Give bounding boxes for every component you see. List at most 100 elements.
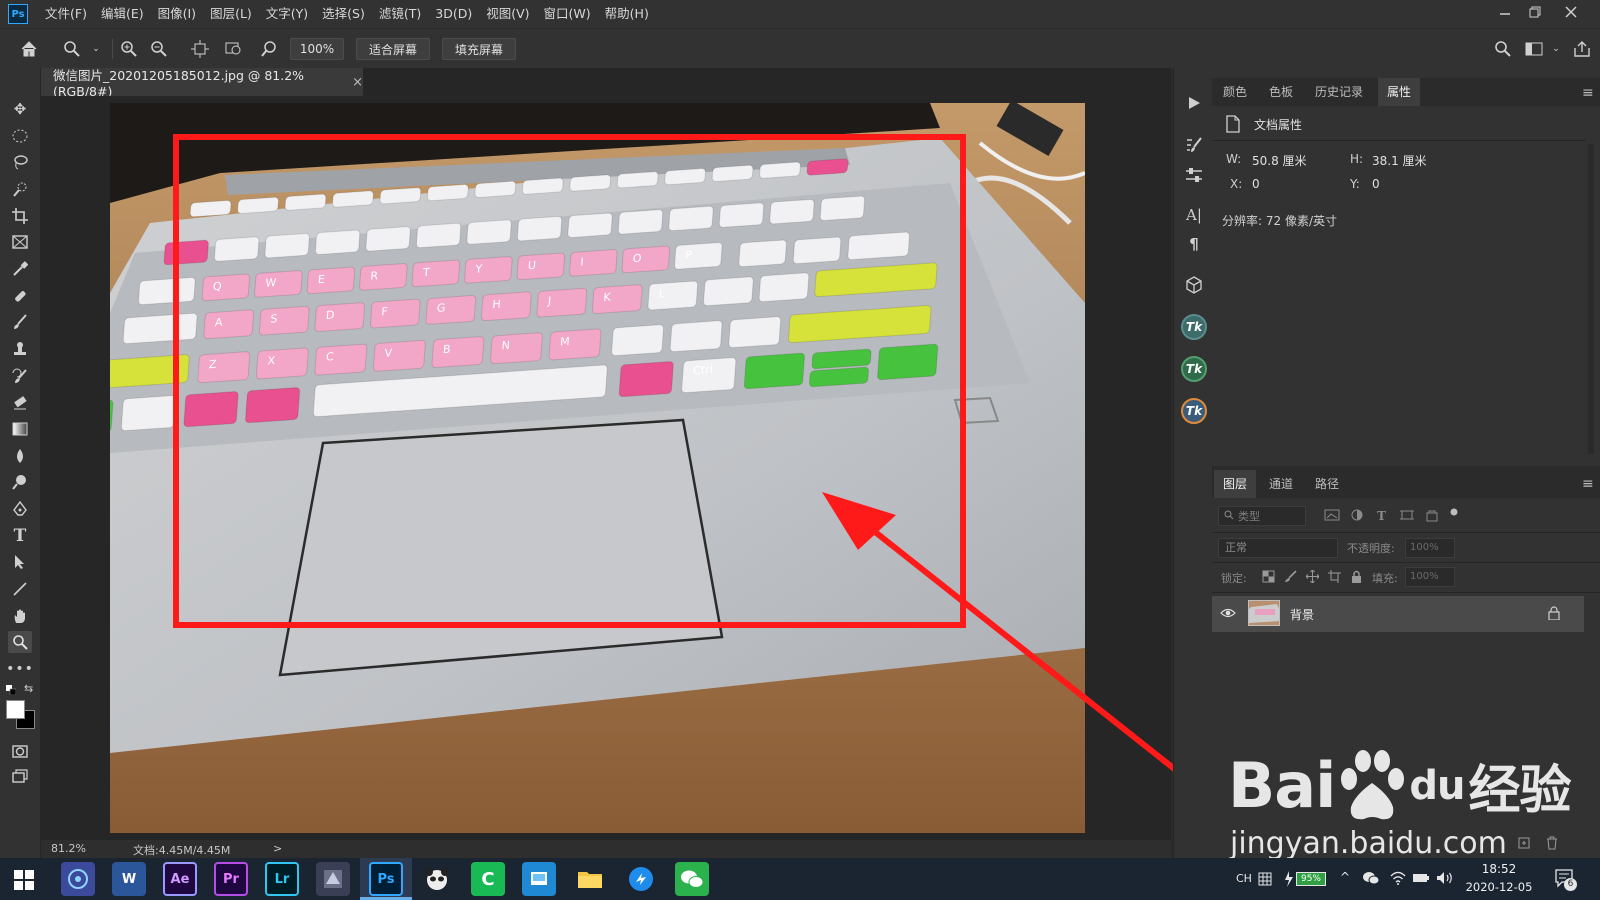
lightroom-icon[interactable]: Lr: [265, 862, 299, 896]
chevron-down-icon[interactable]: ⌄: [84, 37, 108, 61]
gradient-tool-icon[interactable]: [8, 418, 32, 440]
trash-icon[interactable]: [1545, 836, 1559, 850]
fit-screen-button[interactable]: 适合屏幕: [356, 38, 430, 60]
lock-position-icon[interactable]: [1306, 570, 1319, 583]
clock-date[interactable]: 2020-12-05: [1464, 880, 1534, 894]
brush-settings-icon[interactable]: [1183, 134, 1205, 156]
zoom-tool-icon[interactable]: [60, 37, 84, 61]
lasso-tool-icon[interactable]: [8, 151, 32, 173]
layer-filter-select[interactable]: 类型: [1218, 506, 1306, 526]
layer-name[interactable]: 背景: [1290, 606, 1314, 623]
lock-brush-icon[interactable]: [1284, 570, 1297, 583]
document-tab[interactable]: 微信图片_20201205185012.jpg @ 81.2%(RGB/8#) …: [41, 68, 363, 99]
zoom-out-icon[interactable]: [147, 37, 171, 61]
menu-edit[interactable]: 编辑(E): [94, 0, 151, 28]
3d-cube-icon[interactable]: [1183, 274, 1205, 296]
tab-layers[interactable]: 图层: [1214, 470, 1257, 498]
panel-scrollbar[interactable]: [1588, 144, 1594, 454]
dodge-tool-icon[interactable]: [8, 471, 32, 493]
eyedropper-tool-icon[interactable]: [8, 258, 32, 280]
notification-center-icon[interactable]: 6: [1554, 868, 1577, 891]
restore-button[interactable]: [1520, 0, 1550, 24]
word-icon[interactable]: W: [112, 862, 146, 896]
keyboard-layout-icon[interactable]: [1258, 872, 1272, 889]
type-tool-icon[interactable]: T: [8, 525, 32, 547]
menu-view[interactable]: 视图(V): [479, 0, 536, 28]
scrubby-zoom-icon[interactable]: [258, 37, 282, 61]
battery-indicator[interactable]: 95%: [1284, 870, 1332, 888]
panda-app-icon[interactable]: [420, 862, 454, 896]
menu-type[interactable]: 文字(Y): [259, 0, 315, 28]
zoom-tool-icon[interactable]: [8, 631, 32, 653]
default-colors-icon[interactable]: [6, 684, 17, 696]
premiere-icon[interactable]: Pr: [214, 862, 248, 896]
workspace-icon[interactable]: [1522, 37, 1546, 61]
chevron-up-icon[interactable]: ^: [1340, 870, 1350, 884]
volume-icon[interactable]: [1436, 871, 1454, 888]
taskbar-app-icon[interactable]: [61, 862, 95, 896]
height-value[interactable]: 38.1 厘米: [1372, 152, 1427, 169]
zoom-all-windows-icon[interactable]: [222, 37, 246, 61]
camtasia-icon[interactable]: C: [471, 862, 505, 896]
home-icon[interactable]: [17, 37, 41, 61]
zoom-percent-field[interactable]: 100%: [290, 38, 344, 60]
zoom-in-icon[interactable]: [117, 37, 141, 61]
chevron-down-icon[interactable]: ⌄: [1544, 37, 1568, 61]
close-tab-icon[interactable]: ×: [352, 75, 363, 90]
type-filter-icon[interactable]: T: [1374, 508, 1390, 522]
adjustments-icon[interactable]: [1183, 164, 1205, 186]
blur-tool-icon[interactable]: [8, 445, 32, 467]
lock-artboard-icon[interactable]: [1328, 570, 1341, 583]
panel-menu-icon[interactable]: ≡: [1582, 85, 1594, 101]
tk-plugin-icon[interactable]: Tk: [1181, 356, 1207, 382]
line-tool-icon[interactable]: [8, 578, 32, 600]
tab-properties[interactable]: 属性: [1378, 78, 1421, 106]
wechat-icon[interactable]: [675, 862, 709, 896]
panel-menu-icon[interactable]: ≡: [1582, 476, 1594, 492]
photoshop-taskbar-icon[interactable]: Ps: [369, 862, 403, 896]
quick-mask-icon[interactable]: [8, 740, 32, 762]
width-value[interactable]: 50.8 厘米: [1252, 152, 1307, 169]
menu-select[interactable]: 选择(S): [315, 0, 372, 28]
crop-tool-icon[interactable]: [8, 205, 32, 227]
path-select-tool-icon[interactable]: [8, 551, 32, 573]
wifi-icon[interactable]: [1390, 871, 1406, 888]
share-icon[interactable]: [1570, 37, 1594, 61]
paragraph-icon[interactable]: ¶: [1183, 233, 1205, 255]
swap-colors-icon[interactable]: ⇆: [24, 682, 36, 695]
opacity-field[interactable]: 100%: [1405, 538, 1455, 558]
frame-tool-icon[interactable]: [8, 231, 32, 253]
close-window-button[interactable]: [1556, 0, 1586, 24]
tab-channels[interactable]: 通道: [1260, 470, 1302, 498]
brush-tool-icon[interactable]: [8, 311, 32, 333]
history-brush-tool-icon[interactable]: [8, 365, 32, 387]
ime-indicator[interactable]: CH: [1236, 872, 1252, 885]
tab-paths[interactable]: 路径: [1306, 470, 1348, 498]
adjustment-filter-icon[interactable]: [1349, 508, 1365, 522]
layer-row[interactable]: 背景: [1212, 596, 1584, 632]
x-value[interactable]: 0: [1252, 177, 1260, 191]
file-explorer-icon[interactable]: [573, 862, 607, 896]
tab-swatches[interactable]: 色板: [1260, 78, 1302, 106]
stamp-tool-icon[interactable]: [8, 338, 32, 360]
foreground-color-swatch[interactable]: [6, 700, 25, 719]
status-zoom[interactable]: 81.2%: [51, 842, 86, 855]
smart-object-filter-icon[interactable]: [1424, 508, 1440, 522]
document-image[interactable]: Q W E R T Y U I O P A S D F G H J K L Z X C V B N M Ctrl: [110, 103, 1085, 833]
move-tool-icon[interactable]: ✥: [8, 98, 32, 120]
windows-start-icon[interactable]: [14, 870, 34, 893]
tab-history[interactable]: 历史记录: [1306, 78, 1372, 106]
character-icon[interactable]: A|: [1183, 204, 1205, 226]
hand-tool-icon[interactable]: [8, 605, 32, 627]
fill-screen-button[interactable]: 填充屏幕: [442, 38, 516, 60]
lock-pixels-icon[interactable]: [1262, 570, 1275, 583]
y-value[interactable]: 0: [1372, 177, 1380, 191]
menu-help[interactable]: 帮助(H): [598, 0, 656, 28]
power-icon[interactable]: [1412, 872, 1430, 887]
minimize-button[interactable]: [1490, 0, 1520, 24]
shape-filter-icon[interactable]: [1399, 508, 1415, 522]
game-app-icon[interactable]: [316, 862, 350, 896]
more-tools-icon[interactable]: •••: [6, 658, 33, 680]
resize-windows-icon[interactable]: [188, 37, 212, 61]
pen-tool-icon[interactable]: [8, 498, 32, 520]
